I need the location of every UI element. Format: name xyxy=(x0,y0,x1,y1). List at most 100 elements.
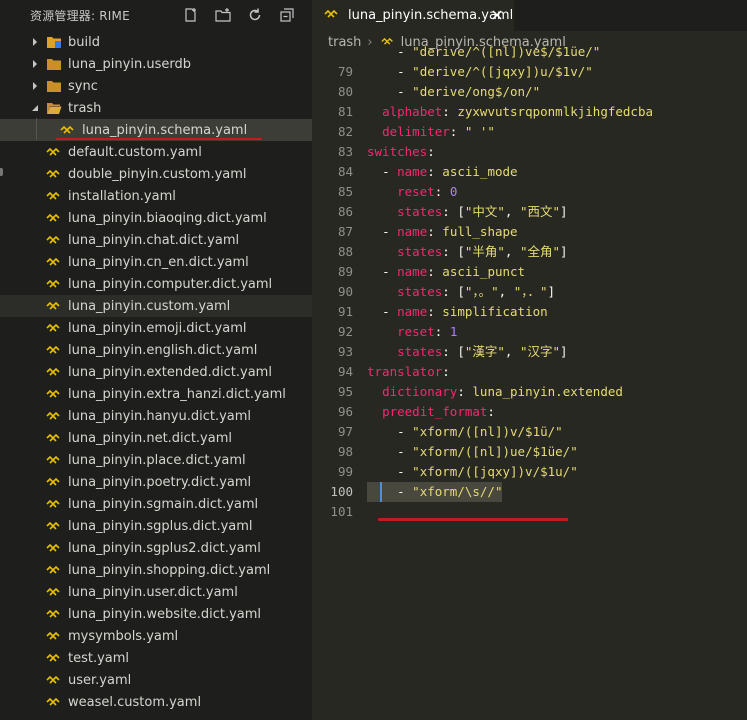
file-row[interactable]: luna_pinyin.extra_hanzi.dict.yaml xyxy=(0,383,312,405)
file-row[interactable]: user.yaml xyxy=(0,669,312,691)
file-row[interactable]: luna_pinyin.cn_en.dict.yaml xyxy=(0,251,312,273)
code-token: "半角" xyxy=(464,244,505,259)
file-row[interactable]: luna_pinyin.biaoqing.dict.yaml xyxy=(0,207,312,229)
code-token: reset xyxy=(397,324,435,339)
code-line[interactable]: 80 - "derive/ong$/on/" xyxy=(312,82,747,102)
yaml-file-icon xyxy=(46,167,62,181)
code-line[interactable]: 90 states: ["，。", "，．"] xyxy=(312,282,747,302)
tab-luna-pinyin-schema-yaml[interactable]: luna_pinyin.schema.yaml xyxy=(312,0,514,31)
file-row[interactable]: luna_pinyin.chat.dict.yaml xyxy=(0,229,312,251)
code-line[interactable]: 98 - "xform/([nl])ue/$1üe/" xyxy=(312,442,747,462)
file-row[interactable]: installation.yaml xyxy=(0,185,312,207)
code-line[interactable]: 95 dictionary: luna_pinyin.extended xyxy=(312,382,747,402)
yaml-file-icon xyxy=(46,365,62,379)
file-row[interactable]: luna_pinyin.sgplus2.dict.yaml xyxy=(0,537,312,559)
yaml-file-icon xyxy=(46,255,62,269)
code-token: name xyxy=(397,264,428,279)
line-number: 90 xyxy=(337,284,353,299)
code-line[interactable]: 94 translator: xyxy=(312,362,747,382)
code-text: dictionary: luna_pinyin.extended xyxy=(367,382,623,402)
code-line[interactable]: 84 - name: ascii_mode xyxy=(312,162,747,182)
code-line[interactable]: 86 states: ["中文", "西文"] xyxy=(312,202,747,222)
chevron-down-icon[interactable] xyxy=(30,103,40,113)
folder-luna-pinyin-userdb[interactable]: luna_pinyin.userdb xyxy=(0,53,312,75)
chevron-right-icon[interactable] xyxy=(30,81,40,91)
code-line[interactable]: 79 - "derive/^([jqxy])u/$1v/" xyxy=(312,62,747,82)
code-token: : xyxy=(427,304,443,319)
code-line[interactable]: 81 alphabet: zyxwvutsrqponmlkjihgfedcba xyxy=(312,102,747,122)
code-text: - "derive/^([jqxy])u/$1v/" xyxy=(367,62,593,82)
file-label: luna_pinyin.poetry.dict.yaml xyxy=(68,474,252,490)
file-row[interactable]: luna_pinyin.sgplus.dict.yaml xyxy=(0,515,312,537)
file-row[interactable]: default.custom.yaml xyxy=(0,141,312,163)
code-line[interactable]: 85 reset: 0 xyxy=(312,182,747,202)
file-row[interactable]: luna_pinyin.place.dict.yaml xyxy=(0,449,312,471)
code-text: preedit_format: xyxy=(367,402,495,422)
close-icon[interactable] xyxy=(490,8,504,22)
file-row[interactable]: luna_pinyin.shopping.dict.yaml xyxy=(0,559,312,581)
yaml-file-icon xyxy=(46,453,62,467)
file-row[interactable]: luna_pinyin.custom.yaml xyxy=(0,295,312,317)
file-row[interactable]: luna_pinyin.user.dict.yaml xyxy=(0,581,312,603)
tab-label: luna_pinyin.schema.yaml xyxy=(348,8,514,23)
file-row[interactable]: weasel.custom.yaml xyxy=(0,691,312,713)
red-annotation-underline xyxy=(378,518,568,521)
folder-label: luna_pinyin.userdb xyxy=(68,56,191,72)
code-token: : xyxy=(457,384,473,399)
code-line[interactable]: 91 - name: simplification xyxy=(312,302,747,322)
file-row[interactable]: luna_pinyin.net.dict.yaml xyxy=(0,427,312,449)
new-folder-icon[interactable] xyxy=(214,6,232,24)
chevron-right-icon[interactable] xyxy=(30,37,40,47)
code-line[interactable]: 93 states: ["漢字", "汉字"] xyxy=(312,342,747,362)
code-token: states xyxy=(397,244,443,259)
file-row[interactable]: luna_pinyin.sgmain.dict.yaml xyxy=(0,493,312,515)
code-line[interactable]: 99 - "xform/([jqxy])v/$1u/" xyxy=(312,462,747,482)
folder-open-icon xyxy=(46,101,62,115)
code-line[interactable]: 87 - name: full_shape xyxy=(312,222,747,242)
collapse-all-icon[interactable] xyxy=(278,6,296,24)
code-line[interactable]: 88 states: ["半角", "全角"] xyxy=(312,242,747,262)
code-line[interactable]: 92 reset: 1 xyxy=(312,322,747,342)
file-label: luna_pinyin.shopping.dict.yaml xyxy=(68,562,271,578)
code-text: states: ["半角", "全角"] xyxy=(367,242,567,262)
code-line[interactable]: 97 - "xform/([nl])v/$1ü/" xyxy=(312,422,747,442)
sash-handle[interactable] xyxy=(0,168,3,176)
file-row[interactable]: luna_pinyin.website.dict.yaml xyxy=(0,603,312,625)
file-row[interactable]: luna_pinyin.emoji.dict.yaml xyxy=(0,317,312,339)
file-row[interactable]: luna_pinyin.english.dict.yaml xyxy=(0,339,312,361)
code-line[interactable]: 96 preedit_format: xyxy=(312,402,747,422)
code-line[interactable]: 83 switches: xyxy=(312,142,747,162)
line-number: 91 xyxy=(337,304,353,319)
code-text: - "derive/^([nl])ve$/$1üe/" xyxy=(367,44,601,59)
file-row[interactable]: mysymbols.yaml xyxy=(0,625,312,647)
code-token: " '" xyxy=(464,124,495,139)
code-line[interactable]: 82 delimiter: " '" xyxy=(312,122,747,142)
code-token: : [ xyxy=(442,204,465,219)
code-token: preedit_format xyxy=(382,404,488,419)
code-line[interactable]: 89 - name: ascii_punct xyxy=(312,262,747,282)
line-number: 80 xyxy=(337,84,353,99)
line-number: 79 xyxy=(337,64,353,79)
code-token: "，。" xyxy=(464,284,499,299)
folder-build[interactable]: build xyxy=(0,31,312,53)
file-row[interactable]: luna_pinyin.hanyu.dict.yaml xyxy=(0,405,312,427)
code-token: "西文" xyxy=(519,204,561,219)
file-row[interactable]: test.yaml xyxy=(0,647,312,669)
code-area[interactable]: - "derive/^([nl])ve$/$1üe/" 79 - "derive/… xyxy=(312,44,747,522)
code-text: - name: ascii_punct xyxy=(367,262,525,282)
new-file-icon[interactable] xyxy=(182,6,200,24)
file-row[interactable]: luna_pinyin.poetry.dict.yaml xyxy=(0,471,312,493)
refresh-icon[interactable] xyxy=(246,6,264,24)
file-row[interactable]: double_pinyin.custom.yaml xyxy=(0,163,312,185)
yaml-file-icon xyxy=(46,299,62,313)
file-row[interactable]: luna_pinyin.extended.dict.yaml xyxy=(0,361,312,383)
code-line[interactable]: 100 - "xform/\s//" xyxy=(312,482,747,502)
folder-trash[interactable]: trash xyxy=(0,97,312,119)
yaml-file-icon xyxy=(46,343,62,357)
chevron-right-icon[interactable] xyxy=(30,59,40,69)
folder-sync[interactable]: sync xyxy=(0,75,312,97)
code-token: states xyxy=(397,284,443,299)
code-text: switches: xyxy=(367,142,435,162)
file-row[interactable]: luna_pinyin.computer.dict.yaml xyxy=(0,273,312,295)
code-token: : xyxy=(434,324,450,339)
